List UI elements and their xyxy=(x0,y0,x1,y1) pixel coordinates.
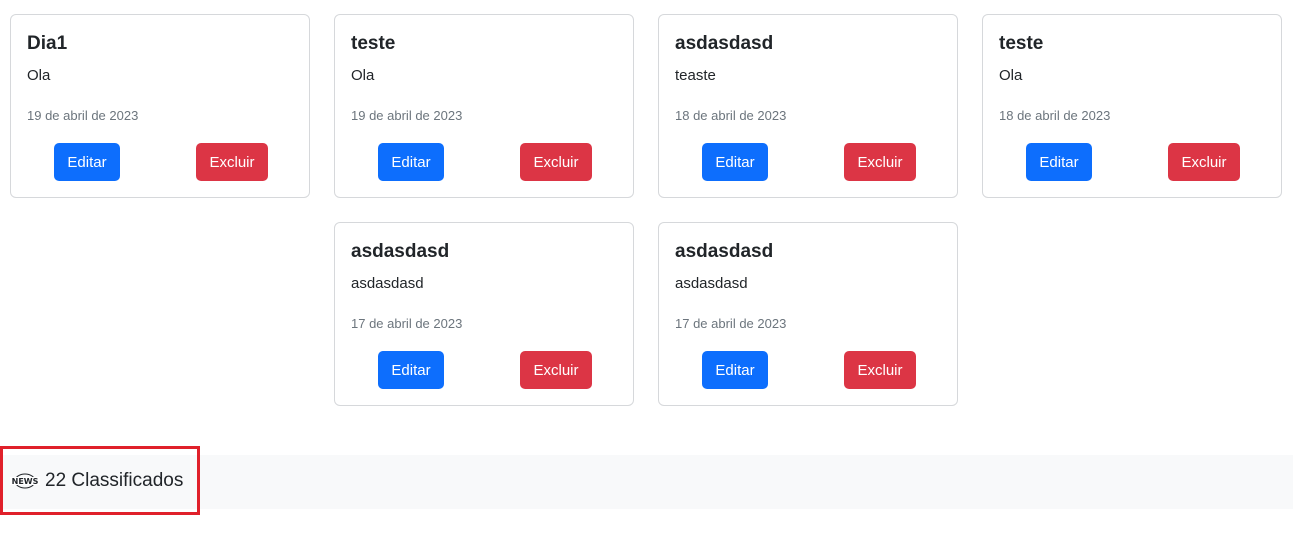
classified-card: asdasdasd asdasdasd 17 de abril de 2023 … xyxy=(334,222,634,406)
card-date: 17 de abril de 2023 xyxy=(675,316,787,331)
brand-link[interactable]: NEWS 22 Classificados xyxy=(9,470,183,492)
delete-button[interactable]: Excluir xyxy=(520,143,592,181)
card-title: asdasdasd xyxy=(675,33,774,54)
delete-button[interactable]: Excluir xyxy=(844,351,916,389)
card-text: Ola xyxy=(351,67,375,84)
edit-button[interactable]: Editar xyxy=(378,351,444,389)
card-date: 19 de abril de 2023 xyxy=(27,108,139,123)
delete-button[interactable]: Excluir xyxy=(520,351,592,389)
card-title: teste xyxy=(999,33,1044,54)
news-icon-text: NEWS xyxy=(12,477,39,486)
edit-button[interactable]: Editar xyxy=(702,143,768,181)
brand-label: 22 Classificados xyxy=(45,470,184,491)
delete-button[interactable]: Excluir xyxy=(1168,143,1240,181)
delete-button[interactable]: Excluir xyxy=(196,143,268,181)
card-date: 18 de abril de 2023 xyxy=(999,108,1111,123)
classified-card: asdasdasd teaste 18 de abril de 2023 Edi… xyxy=(658,14,958,198)
classified-card: teste Ola 18 de abril de 2023 Editar Exc… xyxy=(982,14,1282,198)
classified-card: teste Ola 19 de abril de 2023 Editar Exc… xyxy=(334,14,634,198)
card-text: teaste xyxy=(675,67,716,84)
news-icon: NEWS xyxy=(10,473,40,489)
card-date: 18 de abril de 2023 xyxy=(675,108,787,123)
card-title: asdasdasd xyxy=(351,241,450,262)
card-date: 17 de abril de 2023 xyxy=(351,316,463,331)
card-text: Ola xyxy=(27,67,51,84)
card-text: asdasdasd xyxy=(351,275,424,292)
edit-button[interactable]: Editar xyxy=(1026,143,1092,181)
card-title: asdasdasd xyxy=(675,241,774,262)
card-title: teste xyxy=(351,33,396,54)
card-text: asdasdasd xyxy=(675,275,748,292)
edit-button[interactable]: Editar xyxy=(702,351,768,389)
card-title: Dia1 xyxy=(27,33,68,54)
edit-button[interactable]: Editar xyxy=(378,143,444,181)
card-text: Ola xyxy=(999,67,1023,84)
edit-button[interactable]: Editar xyxy=(54,143,120,181)
classified-card: asdasdasd asdasdasd 17 de abril de 2023 … xyxy=(658,222,958,406)
card-date: 19 de abril de 2023 xyxy=(351,108,463,123)
classified-card: Dia1 Ola 19 de abril de 2023 Editar Excl… xyxy=(10,14,310,198)
delete-button[interactable]: Excluir xyxy=(844,143,916,181)
